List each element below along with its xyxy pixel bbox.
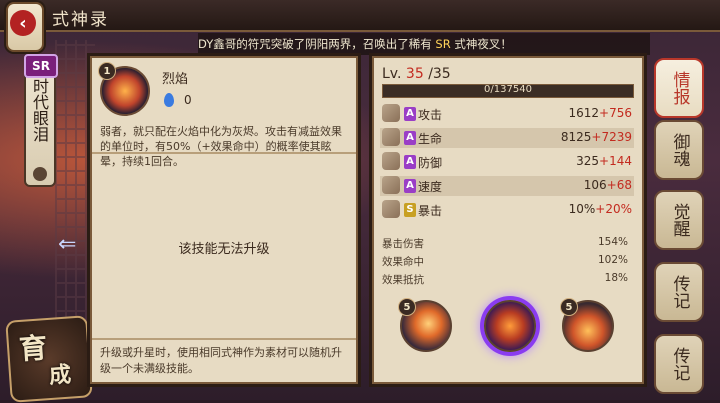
speed-icon bbox=[382, 176, 400, 194]
hp-icon bbox=[382, 128, 400, 146]
shikigami-name-banner: SR 时代眼泪 bbox=[24, 54, 58, 187]
stat-grade: A bbox=[404, 179, 416, 193]
stat-label: 防御 bbox=[418, 156, 443, 170]
tab-label: 传记 bbox=[669, 347, 690, 381]
top-bar: 式神录 bbox=[0, 0, 720, 32]
chevron-left-icon: ‹ bbox=[19, 12, 27, 34]
announcement-marquee: DY鑫哥的符咒突破了阴阳两界，召唤出了稀有 SR 式神夜叉！ bbox=[198, 33, 650, 55]
extra-stat-value: 18% bbox=[604, 272, 628, 284]
skill-description: 弱者，就只配在火焰中化为灰烬。攻击有减益效果的单位时，有50%（+效果命中）的概… bbox=[100, 125, 342, 168]
stat-row-speed: A 速度 106+68 bbox=[380, 176, 634, 196]
orb-cost: 0 bbox=[184, 93, 192, 107]
divider bbox=[92, 338, 356, 340]
nurture-char-1: 育 bbox=[18, 331, 49, 367]
defense-icon bbox=[382, 152, 400, 170]
extra-stat-label: 效果抵抗 bbox=[382, 274, 424, 286]
marquee-suffix: 式神夜叉！ bbox=[454, 37, 512, 51]
skill-fireball-icon[interactable]: 5 bbox=[398, 298, 452, 352]
crit-icon bbox=[382, 200, 400, 218]
stat-label: 生命 bbox=[418, 132, 443, 146]
nurture-char-2: 成 bbox=[48, 361, 73, 389]
stat-grade: A bbox=[404, 131, 416, 145]
extra-stat-value: 154% bbox=[597, 236, 628, 248]
level-current: 35 bbox=[405, 66, 424, 82]
rarity-badge: SR bbox=[24, 54, 58, 78]
extra-stat-value: 102% bbox=[597, 254, 628, 266]
background-lattice bbox=[55, 40, 95, 340]
stat-grade: S bbox=[404, 203, 416, 217]
stat-row-crit: S 暴击 10%+20% bbox=[380, 200, 634, 220]
stat-value: 325+144 bbox=[576, 154, 632, 168]
level-label: Lv. bbox=[382, 66, 402, 82]
stat-label: 速度 bbox=[418, 180, 443, 194]
tab-biography-2[interactable]: 传记 bbox=[654, 334, 704, 394]
tab-awaken[interactable]: 觉醒 bbox=[654, 190, 704, 250]
stat-row-defense: A 防御 325+144 bbox=[380, 152, 634, 172]
stats-panel: Lv. 35 /35 0/137540 A 攻击 1612+756 A 生命 8… bbox=[372, 56, 644, 384]
extra-stat-label: 效果命中 bbox=[382, 256, 424, 268]
xp-text: 0/137540 bbox=[484, 84, 532, 95]
stat-label: 攻击 bbox=[418, 108, 443, 122]
skill-detail-panel: 1 烈焰 0 弱者，就只配在火焰中化为灰烬。攻击有减益效果的单位时，有50%（+… bbox=[90, 56, 358, 384]
back-button[interactable]: ‹ bbox=[10, 10, 36, 36]
extra-stat-row: 效果命中 102% bbox=[382, 254, 632, 270]
stat-grade: A bbox=[404, 155, 416, 169]
tab-info[interactable]: 情报 bbox=[654, 58, 704, 118]
onmyoji-orb-icon bbox=[164, 93, 174, 107]
extra-stat-row: 效果抵抗 18% bbox=[382, 272, 632, 288]
skill-level-badge: 1 bbox=[98, 62, 116, 80]
stat-row-hp: A 生命 8125+7239 bbox=[380, 128, 634, 148]
stat-value: 10%+20% bbox=[568, 202, 632, 216]
extra-stat-row: 暴击伤害 154% bbox=[382, 236, 632, 252]
marquee-rarity: SR bbox=[435, 37, 451, 51]
extra-stat-label: 暴击伤害 bbox=[382, 238, 424, 250]
tab-soul[interactable]: 御魂 bbox=[654, 120, 704, 180]
skill-bonfire-icon[interactable]: 5 bbox=[560, 298, 614, 352]
upgrade-tip: 升级或升星时，使用相同式神作为素材可以随机升级一个未满级技能。 bbox=[100, 346, 342, 375]
prev-arrow-icon[interactable]: ⇐ bbox=[58, 232, 76, 257]
level-display: Lv. 35 /35 bbox=[382, 66, 451, 82]
tab-label: 传记 bbox=[669, 275, 690, 309]
stat-label: 暴击 bbox=[418, 204, 443, 218]
stat-row-attack: A 攻击 1612+756 bbox=[380, 104, 634, 124]
page-title: 式神录 bbox=[52, 10, 109, 30]
stat-value: 1612+756 bbox=[568, 106, 632, 120]
skill-flame-icon-selected[interactable] bbox=[484, 300, 536, 352]
level-max: /35 bbox=[428, 66, 451, 82]
nurture-button[interactable]: 育 成 bbox=[5, 315, 93, 403]
stat-value: 8125+7239 bbox=[560, 130, 632, 144]
no-upgrade-text: 该技能无法升级 bbox=[178, 242, 270, 257]
skill-name: 烈焰 bbox=[162, 72, 189, 87]
tab-label: 情报 bbox=[669, 71, 690, 105]
skill-level-badge: 5 bbox=[398, 298, 416, 316]
stat-grade: A bbox=[404, 107, 416, 121]
tab-label: 御魂 bbox=[669, 133, 690, 167]
tab-biography[interactable]: 传记 bbox=[654, 262, 704, 322]
tab-label: 觉醒 bbox=[669, 203, 690, 237]
skill-level-badge: 5 bbox=[560, 298, 578, 316]
xp-bar: 0/137540 bbox=[382, 84, 634, 98]
stat-value: 106+68 bbox=[583, 178, 632, 192]
shikigami-name: 时代眼泪 bbox=[30, 78, 49, 142]
marquee-prefix: DY鑫哥的符咒突破了阴阳两界，召唤出了稀有 bbox=[198, 37, 432, 51]
ornament-icon bbox=[33, 167, 47, 181]
divider bbox=[92, 152, 356, 154]
attack-icon bbox=[382, 104, 400, 122]
